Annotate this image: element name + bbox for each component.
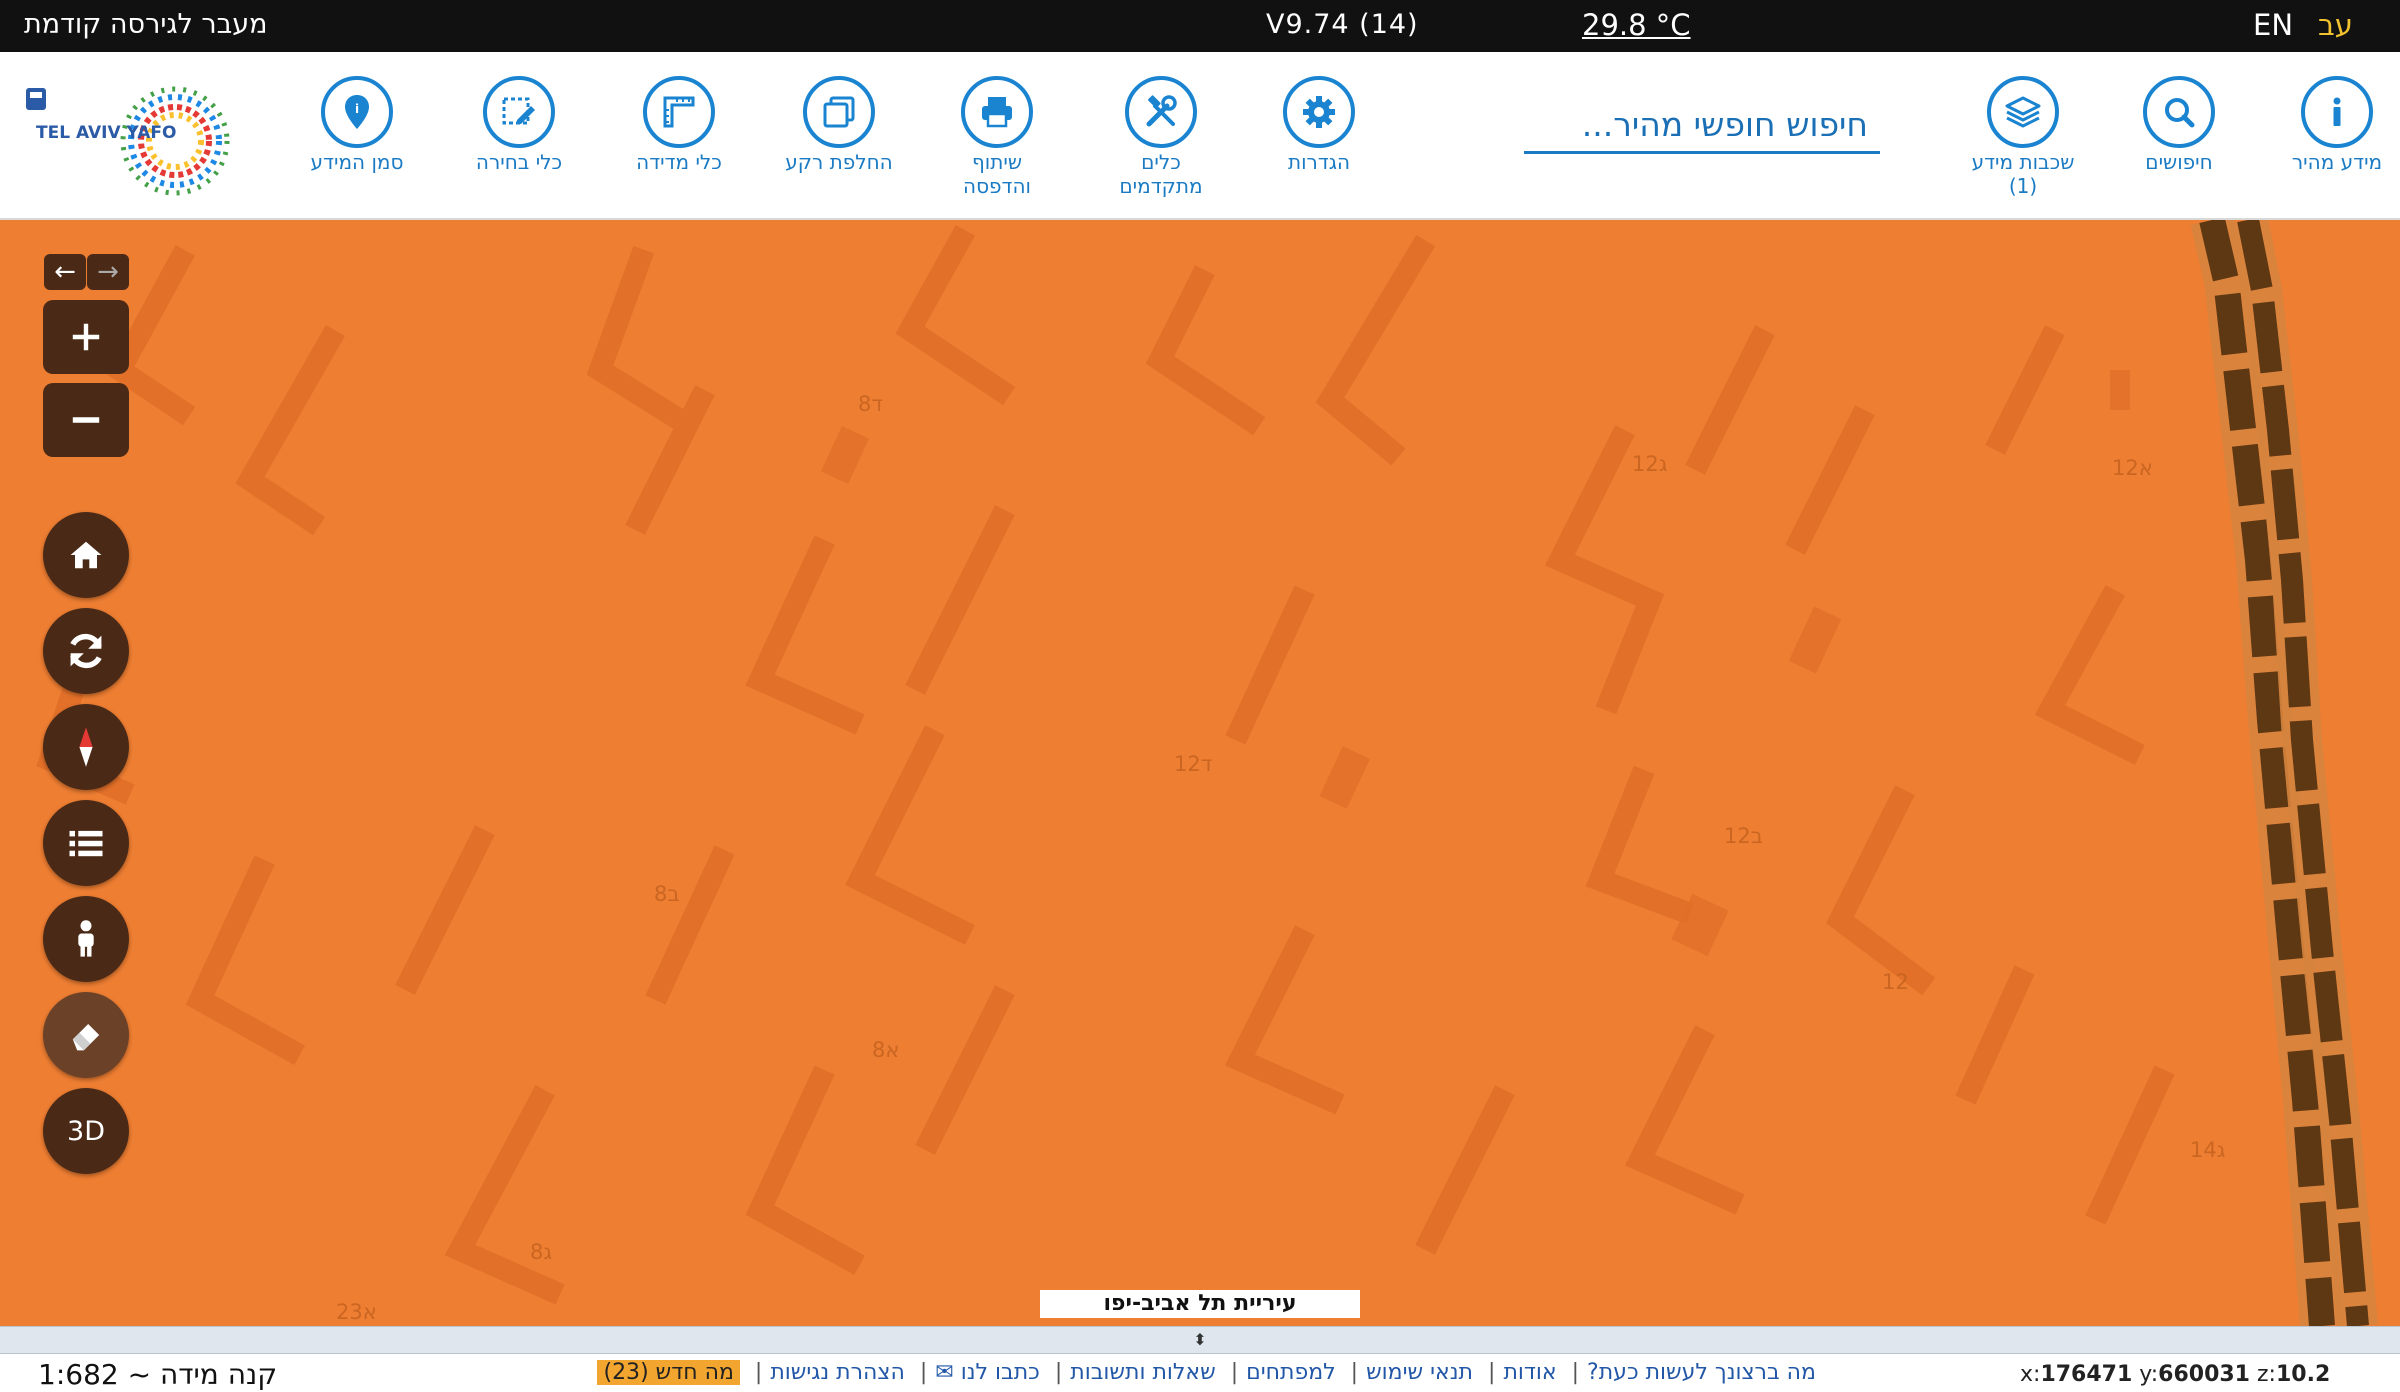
scale-readout: קנה מידה ~ 1:682 bbox=[38, 1358, 278, 1391]
language-en-button[interactable]: EN bbox=[2253, 7, 2293, 43]
parcel-label: 12א bbox=[2112, 456, 2153, 480]
info-icon bbox=[2333, 97, 2341, 126]
compass-icon bbox=[79, 727, 93, 767]
footer-link-developers[interactable]: למפתחים bbox=[1246, 1360, 1336, 1385]
gear-icon bbox=[1303, 96, 1335, 128]
svg-text:TEL AVIV YAFO: TEL AVIV YAFO bbox=[36, 123, 176, 143]
y-coordinate: 660031 bbox=[2158, 1362, 2250, 1387]
basemap-switch-button[interactable]: החלפת רקע bbox=[754, 76, 924, 174]
tel-aviv-logo[interactable]: TEL AVIV YAFO bbox=[20, 76, 250, 196]
plus-icon bbox=[72, 323, 100, 351]
zoom-in-button[interactable] bbox=[43, 300, 129, 374]
parcel-label: 12 bbox=[1882, 970, 1909, 994]
selection-pen-icon bbox=[502, 97, 535, 125]
share-print-label-2: והדפסה bbox=[963, 174, 1031, 198]
share-print-label-1: שיתוף bbox=[971, 150, 1023, 174]
printer-icon bbox=[982, 97, 1012, 128]
map-pin-info-icon: i bbox=[345, 95, 369, 129]
footer-link-what-to-do[interactable]: מה ברצונך לעשות כעת? bbox=[1587, 1360, 1816, 1385]
whats-new-badge[interactable]: מה חדש (23) bbox=[597, 1360, 740, 1385]
measure-tool-label: כלי מדידה bbox=[636, 150, 722, 174]
parcel-label: 8ג bbox=[530, 1240, 553, 1264]
basemap-switch-label: החלפת רקע bbox=[785, 150, 893, 174]
svg-text:i: i bbox=[355, 102, 359, 116]
forward-extent-button[interactable]: → bbox=[87, 254, 129, 290]
select-tool-button[interactable]: כלי בחירה bbox=[434, 76, 604, 174]
3d-view-button[interactable]: 3D bbox=[43, 1088, 129, 1174]
advanced-tools-button[interactable]: כלים מתקדמים bbox=[1076, 76, 1246, 198]
map-canvas[interactable]: 8ד 12ג 12א 12ד 8ב 12ב 12 8א 14ג 8ג 23א ←… bbox=[0, 220, 2400, 1326]
searches-button[interactable]: חיפושים bbox=[2094, 76, 2264, 174]
advanced-tools-label-2: מתקדמים bbox=[1119, 174, 1203, 198]
ruler-icon bbox=[663, 96, 695, 128]
quick-search-input[interactable]: חיפוש חופשי מהיר... bbox=[1524, 96, 1880, 154]
settings-button[interactable]: הגדרות bbox=[1234, 76, 1404, 174]
arrow-right-icon: → bbox=[97, 257, 119, 287]
refresh-button[interactable] bbox=[43, 608, 129, 694]
collapse-arrows-icon: ⬍ bbox=[1193, 1330, 1207, 1349]
advanced-tools-label-1: כלים bbox=[1141, 150, 1181, 174]
zoom-out-button[interactable] bbox=[43, 383, 129, 457]
share-print-button[interactable]: שיתוף והדפסה bbox=[912, 76, 1082, 198]
back-extent-button[interactable]: ← bbox=[44, 254, 86, 290]
search-icon bbox=[2165, 98, 2195, 128]
north-compass-button[interactable] bbox=[43, 704, 129, 790]
footer-link-accessibility[interactable]: הצהרת נגישות bbox=[770, 1360, 905, 1385]
quick-info-button[interactable]: מידע מהיר bbox=[2252, 76, 2400, 174]
status-bar: קנה מידה ~ 1:682 מה ברצונך לעשות כעת?| א… bbox=[0, 1354, 2400, 1392]
arrow-left-icon: ← bbox=[54, 257, 76, 287]
panel-collapse-handle[interactable]: ⬍ bbox=[0, 1326, 2400, 1354]
info-layers-label-1: שכבות מידע bbox=[1971, 150, 2075, 174]
home-button[interactable] bbox=[43, 512, 129, 598]
eraser-button[interactable] bbox=[43, 992, 129, 1078]
top-bar: מעבר לגירסה קודמת V9.74 (14) 29.8 °C EN … bbox=[0, 0, 2400, 52]
city-name-label: עיריית תל אביב-יפו bbox=[1040, 1290, 1360, 1318]
street-dark-band bbox=[2190, 220, 2400, 1326]
footer-link-faq[interactable]: שאלות ותשובות bbox=[1070, 1360, 1215, 1385]
minus-icon bbox=[72, 417, 100, 423]
parcel-label: 12ד bbox=[1174, 752, 1213, 776]
zoom-level: 10.2 bbox=[2275, 1362, 2331, 1387]
footer-link-contact[interactable]: כתבו לנו ✉ bbox=[935, 1360, 1040, 1385]
eraser-icon bbox=[72, 1024, 100, 1051]
street-view-button[interactable] bbox=[43, 896, 129, 982]
legend-list-button[interactable] bbox=[43, 800, 129, 886]
city-emblem-icon bbox=[26, 88, 46, 110]
parcel-label: 12ב bbox=[1724, 824, 1763, 848]
x-coordinate: 176471 bbox=[2040, 1362, 2133, 1387]
footer-link-about[interactable]: אודות bbox=[1503, 1360, 1556, 1385]
parcel-label: 12ג bbox=[1632, 452, 1668, 476]
mark-info-label: סמן המידע bbox=[310, 150, 404, 174]
coordinates-readout: x:176471 y:660031 z:10.2 bbox=[2020, 1362, 2331, 1387]
list-icon bbox=[69, 830, 103, 857]
temperature-link[interactable]: 29.8 °C bbox=[1582, 7, 1691, 43]
refresh-icon bbox=[70, 633, 102, 669]
toolbar: TEL AVIV YAFO i סמן המידע כלי בחירה כלי … bbox=[0, 52, 2400, 220]
previous-version-link[interactable]: מעבר לגירסה קודמת bbox=[24, 7, 268, 43]
info-layers-button[interactable]: שכבות מידע (1) bbox=[1938, 76, 2108, 198]
parcel-label: 8ד bbox=[858, 392, 883, 416]
mark-info-button[interactable]: i סמן המידע bbox=[272, 76, 442, 174]
parcel-label: 23א bbox=[336, 1300, 377, 1324]
quick-info-label: מידע מהיר bbox=[2291, 150, 2383, 174]
language-he-button[interactable]: עב bbox=[2318, 7, 2353, 43]
settings-label: הגדרות bbox=[1287, 150, 1351, 174]
measure-tool-button[interactable]: כלי מדידה bbox=[594, 76, 764, 174]
layers-stack-icon bbox=[2005, 96, 2041, 128]
basemap-layers-icon bbox=[823, 96, 855, 128]
footer-links: מה ברצונך לעשות כעת?| אודות| תנאי שימוש|… bbox=[580, 1360, 1820, 1385]
person-icon bbox=[78, 920, 94, 957]
home-icon bbox=[70, 541, 102, 569]
searches-label: חיפושים bbox=[2145, 150, 2213, 174]
version-label: V9.74 (14) bbox=[1266, 9, 1419, 40]
tools-wrench-hammer-icon bbox=[1146, 95, 1177, 127]
info-layers-label-2: (1) bbox=[2008, 174, 2038, 198]
parcel-label: 8ב bbox=[654, 882, 680, 906]
footer-link-terms[interactable]: תנאי שימוש bbox=[1366, 1360, 1473, 1385]
select-tool-label: כלי בחירה bbox=[475, 150, 563, 174]
parcel-label: 14ג bbox=[2190, 1138, 2226, 1162]
parcel-label: 8א bbox=[872, 1038, 900, 1062]
